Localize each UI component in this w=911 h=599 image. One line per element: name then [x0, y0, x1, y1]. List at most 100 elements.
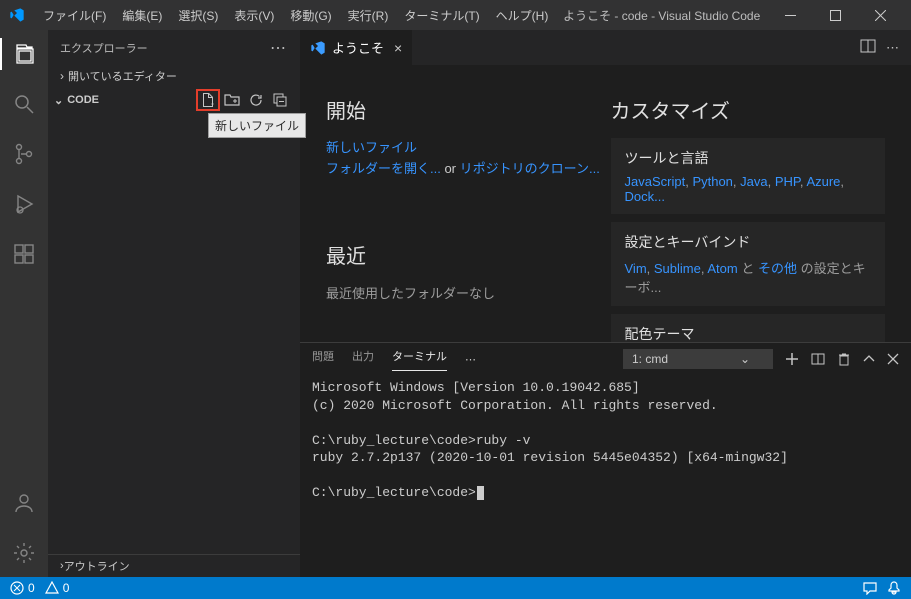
kill-terminal-icon[interactable] [837, 352, 851, 366]
menu-run[interactable]: 実行(R) [341, 3, 396, 28]
panel-tabs: 問題 出力 ターミナル ⋯ 1: cmd ⌄ [300, 343, 911, 375]
menu-bar: ファイル(F) 編集(E) 選択(S) 表示(V) 移動(G) 実行(R) ター… [36, 3, 555, 28]
source-control-icon[interactable] [0, 138, 48, 170]
tab-bar: ようこそ × ⋯ [300, 30, 911, 65]
vscode-logo-icon [8, 6, 26, 24]
panel-close-icon[interactable] [887, 353, 899, 365]
keybind-other-link[interactable]: その他 [758, 261, 797, 276]
panel-tab-output[interactable]: 出力 [352, 348, 374, 370]
folder-section: ⌄ CODE 新しい [48, 87, 300, 554]
sidebar-title: エクスプローラー [60, 40, 148, 56]
outline-label: アウトライン [64, 558, 130, 574]
panel-more-icon[interactable]: ⋯ [465, 353, 476, 366]
start-section: 開始 新しいファイル フォルダーを開く... or リポジトリのクローン... [326, 95, 601, 180]
open-editors-label: 開いているエディター [68, 68, 177, 84]
recent-heading: 最近 [326, 240, 601, 269]
theme-card[interactable]: 配色テーマ エディターとコードの外観を自由に設定します [611, 314, 886, 342]
panel: 問題 出力 ターミナル ⋯ 1: cmd ⌄ Microsoft Windows… [300, 342, 911, 577]
extensions-icon[interactable] [0, 238, 48, 270]
welcome-page: 開始 新しいファイル フォルダーを開く... or リポジトリのクローン... … [300, 65, 911, 342]
recent-section: 最近 最近使用したフォルダーなし [326, 240, 601, 302]
warning-count: 0 [63, 581, 70, 595]
menu-view[interactable]: 表示(V) [227, 3, 281, 28]
open-folder-link[interactable]: フォルダーを開く... [326, 161, 441, 176]
tools-link[interactable]: PHP [775, 174, 800, 189]
keybind-link[interactable]: Sublime [654, 261, 701, 276]
panel-tab-terminal[interactable]: ターミナル [392, 348, 447, 371]
window-controls [768, 0, 903, 30]
titlebar: ファイル(F) 編集(E) 選択(S) 表示(V) 移動(G) 実行(R) ター… [0, 0, 911, 30]
shell-label: 1: cmd [632, 352, 668, 366]
split-editor-icon[interactable] [860, 38, 876, 57]
status-warnings[interactable]: 0 [45, 581, 70, 595]
tab-close-icon[interactable]: × [394, 40, 402, 56]
split-terminal-icon[interactable] [811, 352, 825, 366]
open-editors-section[interactable]: › 開いているエディター [48, 65, 300, 87]
keybind-card[interactable]: 設定とキーバインド Vim, Sublime, Atom と その他 の設定とキ… [611, 222, 886, 306]
settings-gear-icon[interactable] [0, 537, 48, 569]
new-file-tooltip: 新しいファイル [208, 113, 306, 138]
start-heading: 開始 [326, 95, 601, 124]
new-terminal-icon[interactable] [785, 352, 799, 366]
minimize-button[interactable] [768, 0, 813, 30]
vscode-tab-icon [310, 40, 326, 56]
menu-selection[interactable]: 選択(S) [171, 3, 225, 28]
maximize-button[interactable] [813, 0, 858, 30]
status-bar: 0 0 [0, 577, 911, 599]
or-text: or [441, 161, 460, 176]
recent-none: 最近使用したフォルダーなし [326, 283, 601, 302]
menu-file[interactable]: ファイル(F) [36, 3, 113, 28]
editor-area: ようこそ × ⋯ 開始 新しいファイル フォルダーを開く... or リポジトリ… [300, 30, 911, 577]
outline-section[interactable]: › アウトライン [48, 554, 300, 577]
window-title: ようこそ - code - Visual Studio Code [555, 7, 768, 24]
sidebar-more-icon[interactable]: ⋯ [270, 38, 288, 58]
activity-bar [0, 30, 48, 577]
tools-link[interactable]: Python [692, 174, 732, 189]
explorer-icon[interactable] [0, 38, 48, 70]
keybind-body: Vim, Sublime, Atom と その他 の設定とキーボ... [625, 258, 872, 296]
chevron-down-icon: ⌄ [740, 352, 750, 366]
folder-name: CODE [67, 94, 99, 106]
tools-card[interactable]: ツールと言語 JavaScript, Python, Java, PHP, Az… [611, 138, 886, 214]
theme-title: 配色テーマ [625, 324, 872, 342]
keybind-link[interactable]: Atom [707, 261, 737, 276]
tools-link[interactable]: Azure [806, 174, 840, 189]
error-count: 0 [28, 581, 35, 595]
editor-more-icon[interactable]: ⋯ [886, 40, 899, 56]
tools-link[interactable]: JavaScript [625, 174, 686, 189]
menu-go[interactable]: 移動(G) [283, 3, 338, 28]
tab-welcome[interactable]: ようこそ × [300, 30, 413, 65]
chevron-right-icon: › [60, 69, 64, 83]
collapse-all-button[interactable] [268, 89, 292, 111]
keybind-link[interactable]: Vim [625, 261, 647, 276]
close-button[interactable] [858, 0, 903, 30]
tab-label: ようこそ [332, 38, 384, 57]
terminal-cursor [477, 486, 484, 500]
feedback-icon[interactable] [863, 581, 877, 595]
tools-link[interactable]: Java [740, 174, 767, 189]
keybind-title: 設定とキーバインド [625, 232, 872, 252]
customize-heading: カスタマイズ [611, 95, 886, 124]
panel-maximize-icon[interactable] [863, 353, 875, 365]
menu-terminal[interactable]: ターミナル(T) [397, 3, 486, 28]
clone-repo-link[interactable]: リポジトリのクローン... [460, 161, 600, 176]
notifications-icon[interactable] [887, 581, 901, 595]
new-file-link[interactable]: 新しいファイル [326, 140, 417, 155]
accounts-icon[interactable] [0, 487, 48, 519]
explorer-sidebar: エクスプローラー ⋯ › 開いているエディター ⌄ CODE [48, 30, 300, 577]
tools-title: ツールと言語 [625, 148, 872, 168]
status-errors[interactable]: 0 [10, 581, 35, 595]
menu-edit[interactable]: 編集(E) [115, 3, 169, 28]
search-icon[interactable] [0, 88, 48, 120]
refresh-button[interactable] [244, 89, 268, 111]
terminal-shell-select[interactable]: 1: cmd ⌄ [623, 349, 773, 369]
menu-help[interactable]: ヘルプ(H) [489, 3, 556, 28]
tools-body: JavaScript, Python, Java, PHP, Azure, Do… [625, 174, 872, 204]
chevron-down-icon[interactable]: ⌄ [54, 94, 63, 107]
new-folder-button[interactable] [220, 89, 244, 111]
new-file-button[interactable] [196, 89, 220, 111]
panel-tab-problems[interactable]: 問題 [312, 348, 334, 370]
tools-link[interactable]: Dock... [625, 189, 665, 204]
terminal-content[interactable]: Microsoft Windows [Version 10.0.19042.68… [300, 375, 911, 577]
run-debug-icon[interactable] [0, 188, 48, 220]
